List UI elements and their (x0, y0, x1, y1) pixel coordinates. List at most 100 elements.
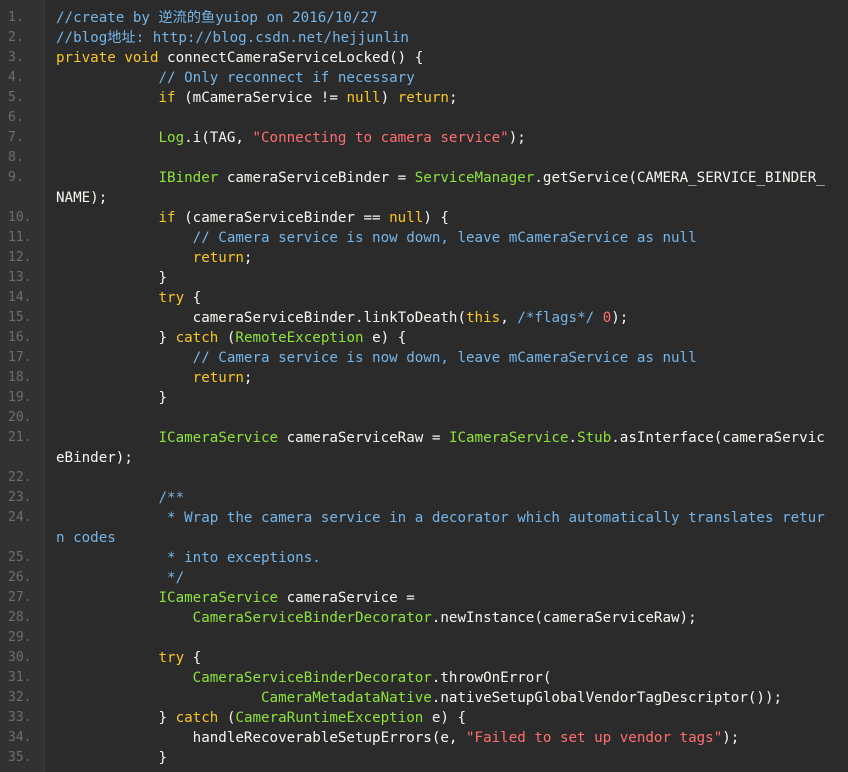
line-number: 29. (8, 630, 32, 645)
code-comment: */ (167, 570, 185, 586)
code-comment: /*flags*/ (517, 310, 595, 326)
line-source: // Camera service is now down, leave mCa… (56, 348, 832, 368)
line-number: 33. (8, 710, 32, 725)
code-comment: //create by 逆流的鱼yuiop on 2016/10/27 (56, 10, 378, 26)
code-line[interactable]: 18. return; (0, 368, 848, 388)
code-line[interactable]: 3. private void connectCameraServiceLocke… (0, 48, 848, 68)
code-line[interactable]: 34. handleRecoverableSetupErrors(e, "Fai… (0, 728, 848, 748)
code-line[interactable]: 21. ICameraService cameraServiceRaw = IC… (0, 428, 848, 468)
code-text: ); (508, 130, 526, 146)
code-keyword: null (346, 90, 381, 106)
line-source: return; (56, 248, 832, 268)
code-line[interactable]: 10. if (cameraServiceBinder == null) { (0, 208, 848, 228)
code-line[interactable]: 12. return; (0, 248, 848, 268)
line-source: } catch (CameraRuntimeException e) { (56, 708, 832, 728)
code-line[interactable]: 20. (0, 408, 848, 428)
code-keyword: catch (175, 330, 219, 346)
line-source: } (56, 388, 832, 408)
line-number: 16. (8, 330, 32, 345)
code-line[interactable]: 16. } catch (RemoteException e) { (0, 328, 848, 348)
code-type: CameraServiceBinderDecorator (192, 670, 432, 686)
code-line[interactable]: 31. CameraServiceBinderDecorator.throwOn… (0, 668, 848, 688)
line-source: ICameraService cameraService = (56, 588, 832, 608)
code-text: cameraServiceRaw = (278, 430, 449, 446)
line-source: } (56, 268, 832, 288)
code-line[interactable]: 28. CameraServiceBinderDecorator.newInst… (0, 608, 848, 628)
code-type: ICameraService (448, 430, 569, 446)
code-line[interactable]: 5. if (mCameraService != null) return; (0, 88, 848, 108)
code-type: Stub (577, 430, 612, 446)
code-type: CameraServiceBinderDecorator (192, 610, 432, 626)
code-text: ; (243, 250, 253, 266)
code-number: 0 (602, 310, 612, 326)
line-number: 18. (8, 370, 32, 385)
code-type: Log (158, 130, 185, 146)
code-line[interactable]: 22. (0, 468, 848, 488)
code-text: connectCameraServiceLocked() { (158, 50, 424, 66)
line-number: 10. (8, 210, 32, 225)
code-line[interactable]: 32. CameraMetadataNative.nativeSetupGlob… (0, 688, 848, 708)
code-text: . (568, 430, 578, 446)
line-number: 13. (8, 270, 32, 285)
code-comment: * Wrap the camera service in a decorator… (56, 510, 825, 546)
line-source: * into exceptions. (56, 548, 832, 568)
code-lines[interactable]: 1. //create by 逆流的鱼yuiop on 2016/10/27 2. /… (0, 0, 848, 772)
code-text: ); (722, 730, 740, 746)
code-line[interactable]: 26. */ (0, 568, 848, 588)
line-source: CameraServiceBinderDecorator.newInstance… (56, 608, 832, 628)
code-line[interactable]: 1. //create by 逆流的鱼yuiop on 2016/10/27 (0, 8, 848, 28)
code-line[interactable]: 30. try { (0, 648, 848, 668)
line-source: if (mCameraService != null) return; (56, 88, 832, 108)
code-text: .nativeSetupGlobalVendorTagDescriptor())… (431, 690, 783, 706)
code-line[interactable]: 19. } (0, 388, 848, 408)
line-number: 28. (8, 610, 32, 625)
code-line[interactable]: 8. (0, 148, 848, 168)
code-line[interactable]: 9. IBinder cameraServiceBinder = Service… (0, 168, 848, 208)
code-text: .throwOnError( (431, 670, 552, 686)
line-source: /** (56, 488, 832, 508)
code-type: CameraRuntimeException (235, 710, 424, 726)
code-text: ; (243, 370, 253, 386)
code-line[interactable]: 11. // Camera service is now down, leave… (0, 228, 848, 248)
code-line[interactable]: 33. } catch (CameraRuntimeException e) { (0, 708, 848, 728)
line-number: 30. (8, 650, 32, 665)
code-editor[interactable]: 1. //create by 逆流的鱼yuiop on 2016/10/27 2. /… (0, 0, 848, 772)
code-line[interactable]: 24. * Wrap the camera service in a decor… (0, 508, 848, 548)
code-line[interactable]: 27. ICameraService cameraService = (0, 588, 848, 608)
code-text: } (56, 710, 176, 726)
code-line[interactable]: 15. cameraServiceBinder.linkToDeath(this… (0, 308, 848, 328)
line-number: 5. (8, 90, 24, 105)
line-source: //create by 逆流的鱼yuiop on 2016/10/27 (56, 8, 832, 28)
code-line[interactable]: 7. Log.i(TAG, "Connecting to camera serv… (0, 128, 848, 148)
code-text: ) (380, 90, 398, 106)
code-text: cameraServiceBinder = (218, 170, 415, 186)
code-line[interactable]: 23. /** (0, 488, 848, 508)
code-line[interactable]: 13. } (0, 268, 848, 288)
code-line[interactable]: 25. * into exceptions. (0, 548, 848, 568)
code-line[interactable]: 6. (0, 108, 848, 128)
code-text: handleRecoverableSetupErrors(e, (56, 730, 467, 746)
code-type: RemoteException (235, 330, 364, 346)
code-line[interactable]: 2. //blog地址: http://blog.csdn.net/hejjunl… (0, 28, 848, 48)
line-number: 2. (8, 30, 24, 45)
line-number: 35. (8, 750, 32, 765)
code-line[interactable]: 35. } (0, 748, 848, 768)
code-text: } (56, 750, 168, 766)
code-text: (cameraServiceBinder == (175, 210, 390, 226)
code-line[interactable]: 14. try { (0, 288, 848, 308)
code-line[interactable]: 4. // Only reconnect if necessary (0, 68, 848, 88)
line-source: } (56, 748, 832, 768)
code-line[interactable]: 17. // Camera service is now down, leave… (0, 348, 848, 368)
code-line[interactable]: 29. (0, 628, 848, 648)
